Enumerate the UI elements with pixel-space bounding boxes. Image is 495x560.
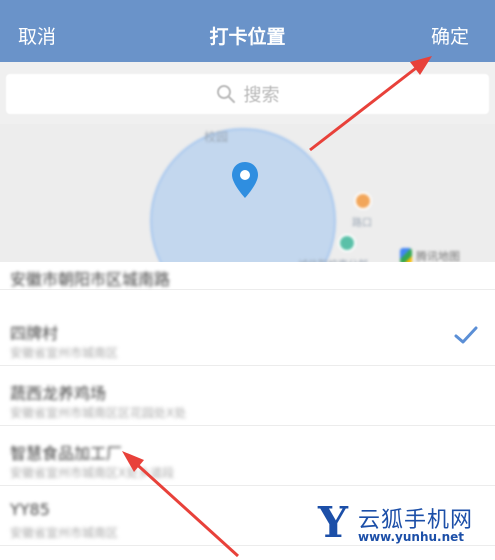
- list-item-title: 智慧食品加工厂: [10, 444, 123, 463]
- watermark-url: www.yunhu.net: [358, 530, 465, 544]
- confirm-button[interactable]: 确定: [431, 22, 469, 49]
- watermark-logo: Y 云狐手机网 www.yunhu.net: [318, 498, 495, 550]
- map-view[interactable]: 校园 路口 诚信职校南分部 腾讯地图: [0, 124, 495, 274]
- search-bar: 搜索: [0, 62, 495, 124]
- search-icon: [216, 85, 235, 104]
- checkmark-icon: [454, 326, 478, 344]
- list-item[interactable]: 蔬西龙养鸡场 安徽省宣州市城南区区花园处X处: [0, 366, 495, 426]
- list-item[interactable]: 四牌村 安徽省宣州市城南区: [0, 306, 495, 366]
- list-item-title: 蔬西龙养鸡场: [10, 384, 107, 403]
- list-item[interactable]: 智慧食品加工厂 安徽省宣州市城南区X处乡道段: [0, 426, 495, 486]
- poi-orange-icon: [354, 192, 372, 210]
- screen: 取消 打卡位置 确定 搜索 校园 路口 诚信职校南分部 腾讯地图: [0, 0, 495, 560]
- watermark-letter: Y: [318, 498, 348, 547]
- page-title: 打卡位置: [209, 26, 286, 48]
- list-item-subtitle: 安徽省宣州市城南区X处乡道段: [10, 466, 175, 480]
- list-item-subtitle: 安徽省宣州市城南区: [10, 526, 119, 540]
- list-item-title: YY85: [10, 500, 50, 519]
- search-placeholder: 搜索: [243, 85, 280, 106]
- location-pin-icon: [232, 162, 258, 198]
- search-input[interactable]: 搜索: [6, 74, 489, 114]
- poi-green-icon: [338, 234, 356, 252]
- list-item[interactable]: 安徽市朝阳市区城南路: [0, 262, 495, 290]
- list-item-subtitle: 安徽省宣州市城南区区花园处X处: [10, 406, 187, 420]
- list-item-title: 四牌村: [10, 324, 59, 343]
- location-range-circle: [150, 128, 336, 274]
- navbar: 取消 打卡位置 确定: [0, 0, 495, 62]
- map-label-orange: 路口: [352, 218, 372, 229]
- map-label-top: 校园: [204, 130, 229, 144]
- list-item-subtitle: 安徽省宣州市城南区: [10, 346, 119, 360]
- list-item-title: 安徽市朝阳市区城南路: [10, 270, 171, 289]
